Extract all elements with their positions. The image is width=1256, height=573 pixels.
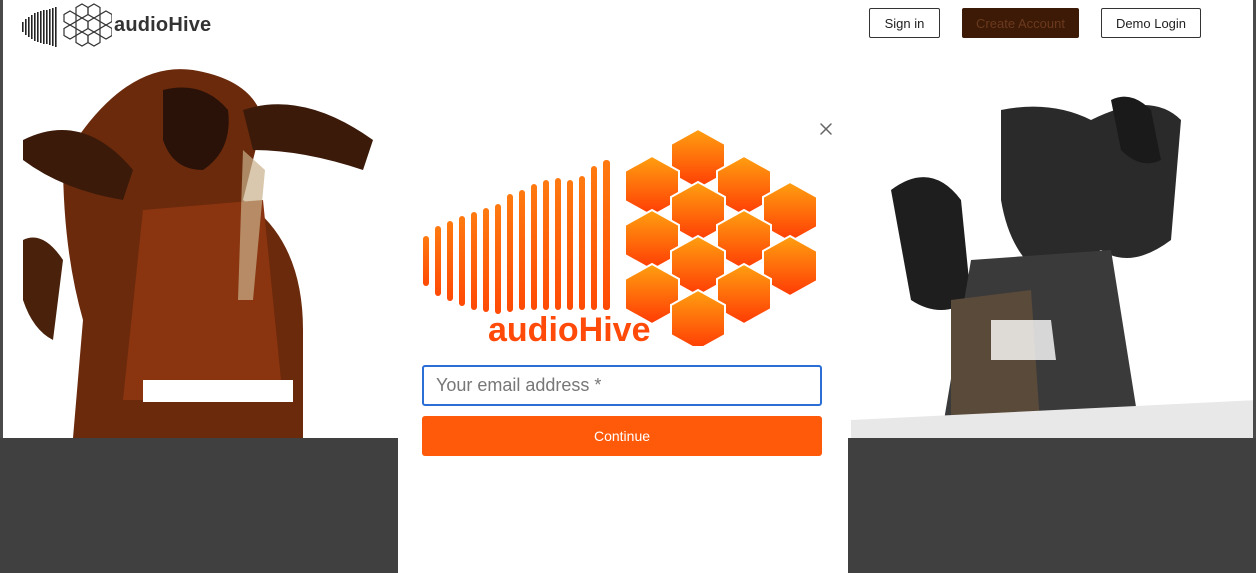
sound-wave-icon xyxy=(423,160,610,314)
email-input[interactable] xyxy=(422,365,822,406)
brand-name: audioHive xyxy=(114,13,212,36)
modal-logo: audioHive xyxy=(423,127,818,346)
continue-button[interactable]: Continue xyxy=(422,416,822,456)
demo-login-button[interactable]: Demo Login xyxy=(1101,8,1201,38)
create-account-button[interactable]: Create Account xyxy=(962,8,1079,38)
modal-brand-name: audioHive xyxy=(488,311,650,346)
hero-image-right xyxy=(851,0,1253,438)
brand-logo[interactable]: audioHive xyxy=(22,2,222,48)
honeycomb-icon xyxy=(624,127,818,346)
sign-in-button[interactable]: Sign in xyxy=(869,8,940,38)
login-modal: audioHive Continue xyxy=(398,100,848,573)
brand-logo-icon xyxy=(22,3,112,47)
hero-image-left xyxy=(3,0,403,438)
